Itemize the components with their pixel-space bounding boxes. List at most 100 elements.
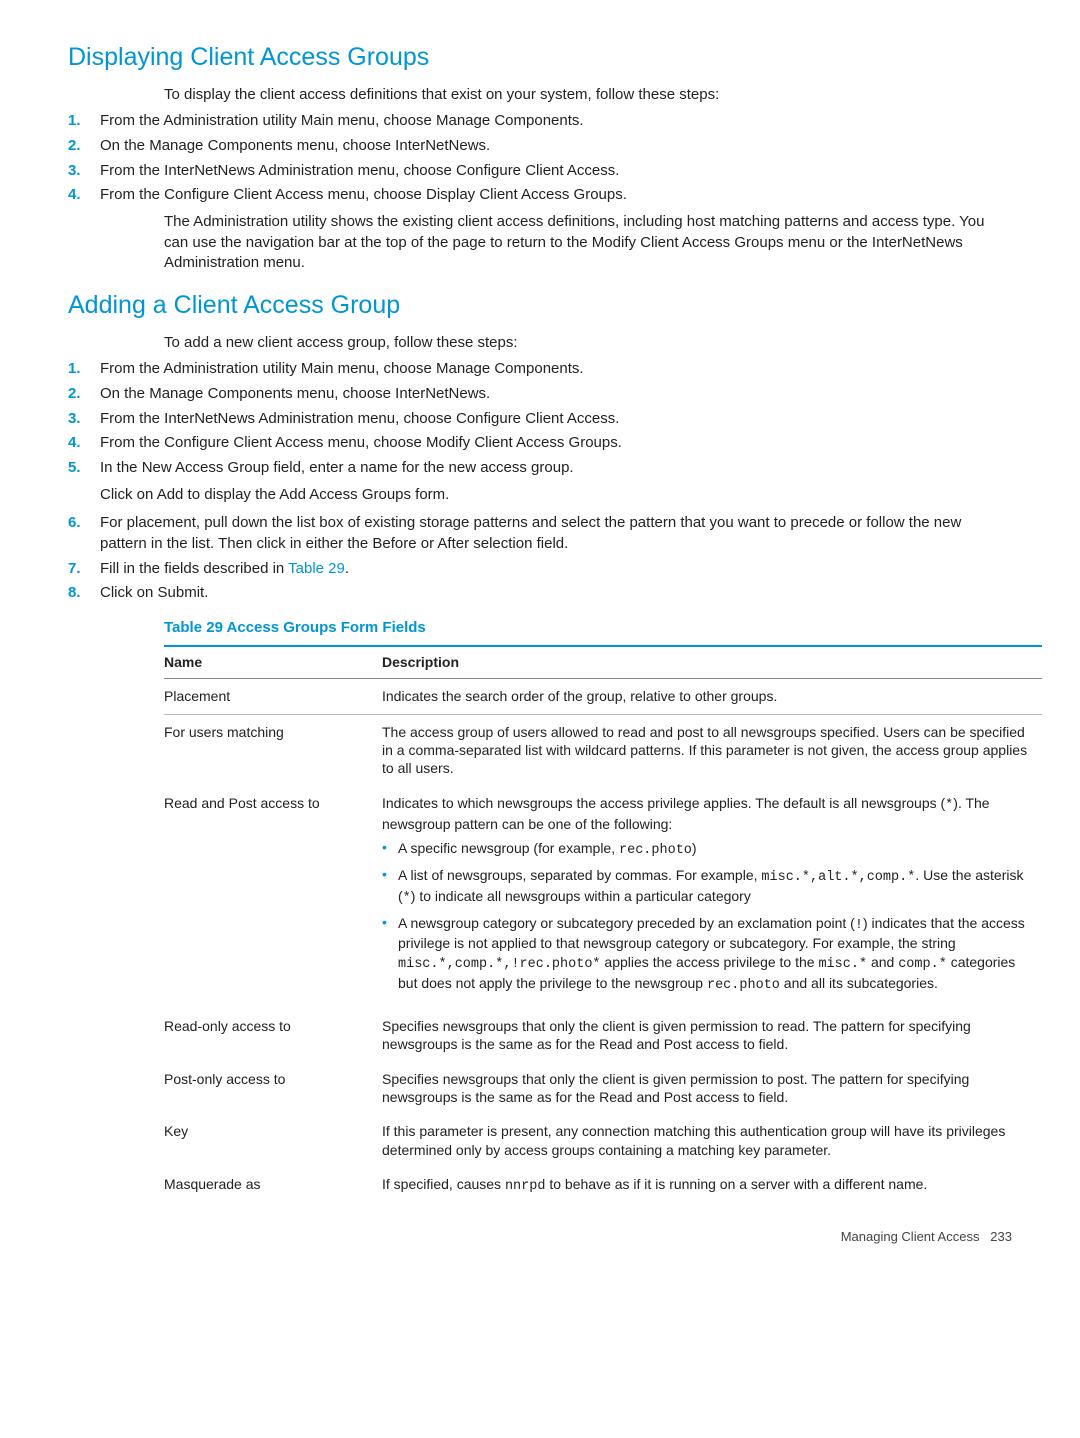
table-ref-link[interactable]: Table 29 — [288, 560, 345, 577]
table-caption: Table 29 Access Groups Form Fields — [164, 618, 1012, 639]
step-number: 4. — [68, 433, 100, 454]
bullet-fragment: A specific newsgroup (for example, — [398, 840, 619, 856]
access-groups-table: Name Description Placement Indicates the… — [164, 645, 1042, 1204]
step-number: 3. — [68, 409, 100, 430]
step-text: On the Manage Components menu, choose In… — [100, 384, 1012, 405]
table-row: Masquerade as If specified, causes nnrpd… — [164, 1167, 1042, 1204]
bullet-icon: • — [382, 866, 398, 908]
step-number: 2. — [68, 136, 100, 157]
bullet-fragment: and — [867, 954, 898, 970]
step-fragment: . — [345, 560, 349, 577]
step-text: On the Manage Components menu, choose In… — [100, 136, 1012, 157]
cell-desc: Indicates the search order of the group,… — [382, 679, 1042, 714]
step-fragment: Fill in the fields described in — [100, 560, 288, 577]
bullet-body: A list of newsgroups, separated by comma… — [398, 866, 1034, 908]
cell-desc: Specifies newsgroups that only the clien… — [382, 1009, 1042, 1062]
step-text: From the Administration utility Main men… — [100, 359, 1012, 380]
cell-name: Post-only access to — [164, 1062, 382, 1115]
step-number: 3. — [68, 161, 100, 182]
step-line: In the New Access Group field, enter a n… — [100, 459, 574, 476]
list-item: •A specific newsgroup (for example, rec.… — [382, 839, 1034, 860]
code-fragment: misc.* — [818, 957, 867, 972]
cell-name: Read-only access to — [164, 1009, 382, 1062]
bullet-fragment: and all its subcategories. — [780, 975, 938, 991]
step-text: From the Configure Client Access menu, c… — [100, 433, 1012, 454]
step-number: 1. — [68, 359, 100, 380]
step-subline: Click on Add to display the Add Access G… — [100, 485, 1012, 506]
bullet-fragment: A newsgroup category or subcategory prec… — [398, 915, 855, 931]
table-row: Placement Indicates the search order of … — [164, 679, 1042, 714]
section1-paragraph: The Administration utility shows the exi… — [164, 212, 1012, 274]
cell-desc: Specifies newsgroups that only the clien… — [382, 1062, 1042, 1115]
list-item: 6.For placement, pull down the list box … — [68, 513, 1012, 554]
bullet-fragment: ) to indicate all newsgroups within a pa… — [411, 888, 751, 904]
page-footer: Managing Client Access 233 — [68, 1228, 1012, 1246]
footer-page-number: 233 — [990, 1229, 1012, 1244]
desc-fragment: to behave as if it is running on a serve… — [545, 1176, 927, 1192]
code-fragment: ! — [855, 918, 863, 933]
table-row: Read-only access to Specifies newsgroups… — [164, 1009, 1042, 1062]
bullet-fragment: ) — [692, 840, 697, 856]
list-item: 4.From the Configure Client Access menu,… — [68, 433, 1012, 454]
code-fragment: comp.* — [898, 957, 947, 972]
cell-desc: If this parameter is present, any connec… — [382, 1114, 1042, 1167]
bullet-icon: • — [382, 839, 398, 860]
cell-desc: If specified, causes nnrpd to behave as … — [382, 1167, 1042, 1204]
cell-desc: The access group of users allowed to rea… — [382, 714, 1042, 786]
intro-paragraph-2: To add a new client access group, follow… — [164, 333, 1012, 354]
code-fragment: misc.*,alt.*,comp.* — [761, 870, 915, 885]
list-item: 7. Fill in the fields described in Table… — [68, 559, 1012, 580]
heading-displaying: Displaying Client Access Groups — [68, 40, 1012, 75]
list-item: 5. In the New Access Group field, enter … — [68, 458, 1012, 509]
table-row: Post-only access to Specifies newsgroups… — [164, 1062, 1042, 1115]
list-item: 4.From the Configure Client Access menu,… — [68, 185, 1012, 206]
table-row: For users matching The access group of u… — [164, 714, 1042, 786]
steps-list-2: 1.From the Administration utility Main m… — [68, 359, 1012, 604]
step-text: From the InterNetNews Administration men… — [100, 161, 1012, 182]
list-item: 2.On the Manage Components menu, choose … — [68, 384, 1012, 405]
bullet-body: A newsgroup category or subcategory prec… — [398, 914, 1034, 995]
list-item: 3.From the InterNetNews Administration m… — [68, 409, 1012, 430]
step-text: From the InterNetNews Administration men… — [100, 409, 1012, 430]
col-name-header: Name — [164, 646, 382, 679]
cell-name: Placement — [164, 679, 382, 714]
cell-name: Key — [164, 1114, 382, 1167]
step-number: 7. — [68, 559, 100, 580]
list-item: 3.From the InterNetNews Administration m… — [68, 161, 1012, 182]
table-row: Key If this parameter is present, any co… — [164, 1114, 1042, 1167]
list-item: •A list of newsgroups, separated by comm… — [382, 866, 1034, 908]
heading-adding: Adding a Client Access Group — [68, 288, 1012, 323]
table-header-row: Name Description — [164, 646, 1042, 679]
cell-desc: Indicates to which newsgroups the access… — [382, 786, 1042, 1009]
bullet-body: A specific newsgroup (for example, rec.p… — [398, 839, 1034, 860]
footer-section-label: Managing Client Access — [841, 1229, 980, 1244]
bullet-fragment: applies the access privilege to the — [601, 954, 819, 970]
bullet-icon: • — [382, 914, 398, 995]
nested-bullets: •A specific newsgroup (for example, rec.… — [382, 839, 1034, 994]
list-item: 1.From the Administration utility Main m… — [68, 359, 1012, 380]
step-text: Fill in the fields described in Table 29… — [100, 559, 1012, 580]
cell-name: Masquerade as — [164, 1167, 382, 1204]
step-number: 4. — [68, 185, 100, 206]
step-text: In the New Access Group field, enter a n… — [100, 458, 1012, 509]
list-item: •A newsgroup category or subcategory pre… — [382, 914, 1034, 995]
code-fragment: nnrpd — [505, 1179, 546, 1194]
steps-list-1: 1.From the Administration utility Main m… — [68, 111, 1012, 206]
step-text: From the Administration utility Main men… — [100, 111, 1012, 132]
cell-name: Read and Post access to — [164, 786, 382, 1009]
step-text: Click on Submit. — [100, 583, 1012, 604]
step-number: 6. — [68, 513, 100, 554]
bullet-fragment: A list of newsgroups, separated by comma… — [398, 867, 761, 883]
intro-paragraph: To display the client access definitions… — [164, 85, 1012, 106]
desc-fragment: If specified, causes — [382, 1176, 505, 1192]
step-number: 1. — [68, 111, 100, 132]
col-desc-header: Description — [382, 646, 1042, 679]
step-number: 5. — [68, 458, 100, 509]
list-item: 8.Click on Submit. — [68, 583, 1012, 604]
step-number: 2. — [68, 384, 100, 405]
code-fragment: misc.*,comp.*,!rec.photo* — [398, 957, 601, 972]
step-text: From the Configure Client Access menu, c… — [100, 185, 1012, 206]
cell-name: For users matching — [164, 714, 382, 786]
code-fragment: * — [403, 891, 411, 906]
code-fragment: rec.photo — [707, 978, 780, 993]
